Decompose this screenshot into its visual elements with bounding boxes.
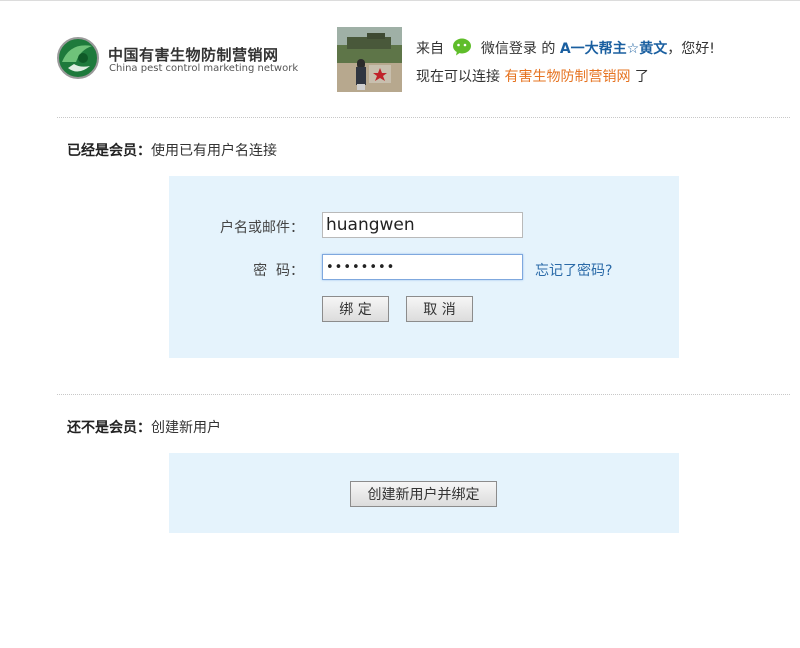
welcome-source: 微信登录 xyxy=(480,41,537,57)
new-user-section-title: 还不是会员：创建新用户 xyxy=(67,417,221,437)
username-input[interactable] xyxy=(322,212,523,238)
divider xyxy=(57,117,790,118)
connect-prefix: 现在可以连接 xyxy=(416,69,500,85)
logo-title-cn: 中国有害生物防制营销网 xyxy=(108,46,279,64)
welcome-prefix: 来自 xyxy=(416,41,444,57)
password-label: 密 码： xyxy=(253,263,304,279)
user-nickname: A一大帮主☆黄文 xyxy=(559,41,668,57)
welcome-suffix: ，您好! xyxy=(667,41,715,57)
site-logo[interactable]: 中国有害生物防制营销网 China pest control marketing… xyxy=(56,36,299,84)
welcome-line-2: 现在可以连接 有害生物防制营销网 了 xyxy=(416,63,715,91)
cancel-button[interactable]: 取 消 xyxy=(406,296,473,322)
member-title-rest: 使用已有用户名连接 xyxy=(151,143,277,159)
new-title-rest: 创建新用户 xyxy=(151,420,221,436)
username-label: 户名或邮件： xyxy=(220,220,304,236)
new-title-bold: 还不是会员： xyxy=(67,420,151,436)
site-name-link[interactable]: 有害生物防制营销网 xyxy=(504,69,630,85)
connect-suffix: 了 xyxy=(634,69,649,85)
logo-title-en: China pest control marketing network xyxy=(109,63,299,74)
create-and-bind-button[interactable]: 创建新用户并绑定 xyxy=(350,481,497,507)
top-border xyxy=(0,0,800,1)
welcome-line-1: 来自 微信登录 的 A一大帮主☆黄文，您好! xyxy=(416,35,715,63)
password-input[interactable] xyxy=(322,254,523,280)
member-section-title: 已经是会员：使用已有用户名连接 xyxy=(67,140,277,160)
avatar xyxy=(337,27,402,92)
logo-icon xyxy=(57,37,99,79)
login-panel: 户名或邮件： 密 码： 忘记了密码? 绑 定 取 消 xyxy=(169,176,679,358)
welcome-message: 来自 微信登录 的 A一大帮主☆黄文，您好! 现在可以连接 有害生物防制营销网 … xyxy=(416,35,715,91)
divider xyxy=(57,394,790,395)
member-title-bold: 已经是会员： xyxy=(67,143,151,159)
welcome-de: 的 xyxy=(541,41,556,57)
wechat-icon xyxy=(453,38,472,56)
create-panel: 创建新用户并绑定 xyxy=(169,453,679,533)
forgot-password-link[interactable]: 忘记了密码? xyxy=(535,260,612,280)
bind-button[interactable]: 绑 定 xyxy=(322,296,389,322)
